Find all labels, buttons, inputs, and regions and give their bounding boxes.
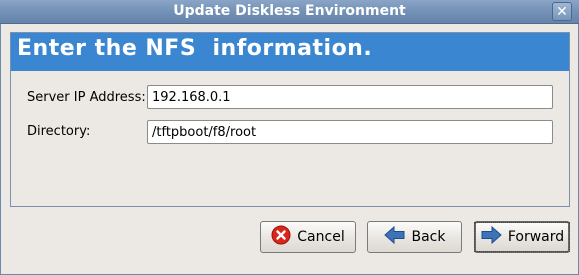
directory-input[interactable] [147, 120, 553, 144]
window-titlebar[interactable]: Update Diskless Environment ✕ [0, 0, 579, 24]
forward-arrow-icon [480, 225, 502, 249]
forward-button-label: Forward [507, 229, 565, 245]
server-ip-input[interactable] [147, 85, 553, 109]
back-button[interactable]: Back [367, 221, 462, 253]
page-heading: Enter the NFS information. [17, 36, 373, 61]
window-close-button[interactable]: ✕ [552, 2, 572, 21]
directory-label: Directory: [27, 124, 91, 139]
cancel-button-label: Cancel [297, 229, 345, 245]
cancel-button[interactable]: Cancel [260, 221, 356, 253]
back-button-label: Back [411, 229, 446, 245]
header-banner: Enter the NFS information. [11, 33, 569, 71]
forward-button[interactable]: Forward [473, 221, 571, 253]
server-ip-label: Server IP Address: [27, 90, 146, 105]
window-title: Update Diskless Environment [173, 3, 406, 19]
close-icon: ✕ [556, 4, 568, 20]
window-body: Enter the NFS information. Server IP Add… [0, 24, 579, 275]
content-panel: Enter the NFS information. Server IP Add… [10, 32, 570, 207]
forward-button-focus-ring: Forward [473, 222, 571, 252]
back-arrow-icon [383, 225, 406, 249]
cancel-icon [271, 225, 291, 249]
